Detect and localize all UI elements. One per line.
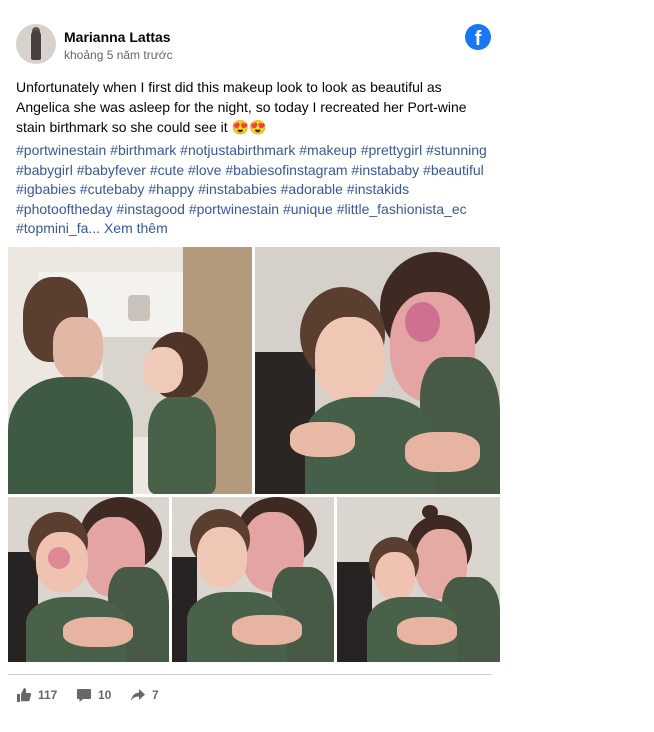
post-header: Marianna Lattas khoảng 5 năm trước	[16, 24, 496, 68]
thumbs-up-icon	[17, 688, 32, 702]
author-avatar[interactable]	[16, 24, 56, 64]
post-photo-1[interactable]	[8, 247, 252, 494]
post-photo-2[interactable]	[255, 247, 500, 494]
hashtag-list[interactable]: #portwinestain #birthmark #notjustabirth…	[16, 142, 487, 236]
facebook-post: Marianna Lattas khoảng 5 năm trước f Unf…	[0, 0, 654, 732]
post-photo-3[interactable]	[8, 497, 169, 662]
post-caption: Unfortunately when I first did this make…	[16, 79, 467, 135]
comment-count-value: 10	[98, 688, 112, 702]
comment-icon	[77, 689, 91, 702]
post-timestamp[interactable]: khoảng 5 năm trước	[64, 48, 173, 62]
see-more-link[interactable]: Xem thêm	[104, 220, 168, 236]
author-name[interactable]: Marianna Lattas	[64, 29, 171, 45]
facebook-icon[interactable]: f	[465, 24, 491, 50]
like-count-value: 117	[38, 688, 58, 702]
post-photo-5[interactable]	[337, 497, 500, 662]
share-icon	[131, 689, 145, 701]
post-photo-4[interactable]	[172, 497, 334, 662]
post-hashtags: #portwinestain #birthmark #notjustabirth…	[16, 141, 498, 239]
stats-divider	[8, 674, 492, 675]
share-count-value: 7	[152, 688, 159, 702]
